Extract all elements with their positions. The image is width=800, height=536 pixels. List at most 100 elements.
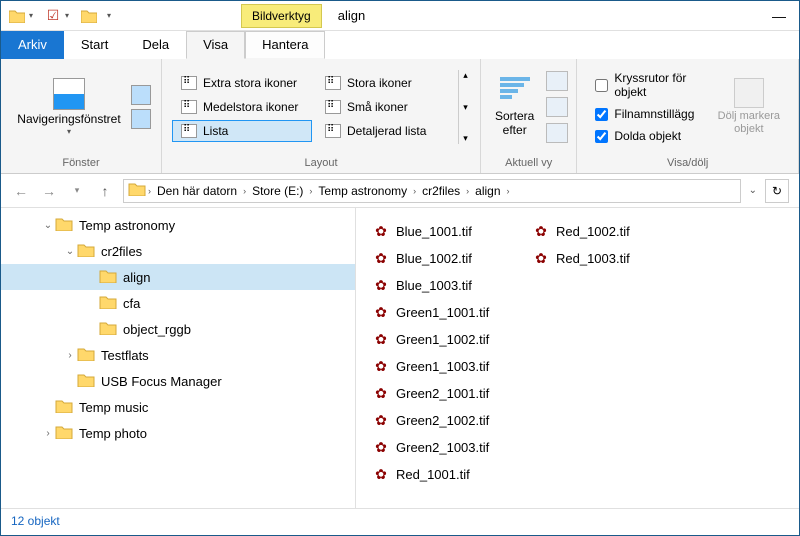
layout-label: Detaljerad lista (347, 124, 426, 138)
folder-name: cfa (123, 296, 140, 311)
chevron-right-icon[interactable]: › (148, 186, 151, 196)
check-label: Filnamnstillägg (614, 107, 694, 121)
file-item[interactable]: ✿Blue_1001.tif (372, 218, 532, 245)
folder-name: Temp astronomy (79, 218, 175, 233)
layout-icon (181, 124, 197, 138)
chevron-right-icon[interactable]: › (466, 186, 469, 196)
layout-option[interactable]: Medelstora ikoner (172, 96, 312, 118)
refresh-button[interactable]: ↻ (765, 179, 789, 203)
layout-icon (325, 76, 341, 90)
folder-icon[interactable] (79, 6, 99, 26)
tab-visa[interactable]: Visa (186, 31, 245, 59)
layout-option[interactable]: Detaljerad lista (316, 120, 456, 142)
navigation-pane-button[interactable]: Navigeringsfönstret ▾ (9, 74, 129, 139)
file-name: Green2_1003.tif (396, 440, 489, 455)
forward-button[interactable]: → (39, 181, 59, 201)
file-item[interactable]: ✿Green1_1001.tif (372, 299, 532, 326)
tree-item[interactable]: USB Focus Manager (1, 368, 355, 394)
check-file-extensions[interactable]: Filnamnstillägg (595, 107, 697, 121)
chevron-down-icon[interactable]: ⌄ (749, 185, 757, 196)
tree-item[interactable]: › Testflats (1, 342, 355, 368)
title-bar: ▾ ☑ ▾ ▾ Bildverktyg align — (1, 1, 799, 31)
file-item[interactable]: ✿Green2_1003.tif (372, 434, 532, 461)
back-button[interactable]: ← (11, 181, 31, 201)
history-dropdown[interactable]: ▾ (67, 181, 87, 201)
file-name: Red_1003.tif (556, 251, 630, 266)
layout-option[interactable]: Extra stora ikoner (172, 72, 312, 94)
tree-item[interactable]: ⌄cr2files (1, 238, 355, 264)
preview-pane-icon[interactable] (131, 85, 151, 105)
file-item[interactable]: ✿Red_1001.tif (372, 461, 532, 488)
tree-toggle-icon[interactable]: › (41, 428, 55, 439)
tab-dela[interactable]: Dela (125, 31, 186, 59)
tree-item[interactable]: cfa (1, 290, 355, 316)
layout-option[interactable]: Stora ikoner (316, 72, 456, 94)
chevron-down-icon[interactable]: ▾ (107, 11, 111, 20)
add-columns-icon[interactable] (546, 97, 568, 117)
file-item[interactable]: ✿Blue_1002.tif (372, 245, 532, 272)
layout-label: Små ikoner (347, 100, 408, 114)
chevron-right-icon[interactable]: › (413, 186, 416, 196)
group-by-icon[interactable] (546, 71, 568, 91)
file-list[interactable]: ✿Blue_1001.tif✿Blue_1002.tif✿Blue_1003.t… (356, 208, 799, 508)
chevron-down-icon: ▾ (67, 127, 71, 136)
breadcrumb[interactable]: › Den här datorn›Store (E:)›Temp astrono… (123, 179, 741, 203)
tree-item[interactable]: ⌄ Temp astronomy (1, 212, 355, 238)
size-columns-icon[interactable] (546, 123, 568, 143)
breadcrumb-segment[interactable]: align (471, 184, 504, 198)
tree-item[interactable]: object_rggb (1, 316, 355, 342)
check-hidden-items[interactable]: Dolda objekt (595, 129, 697, 143)
file-item[interactable]: ✿Green2_1002.tif (372, 407, 532, 434)
tab-hantera[interactable]: Hantera (245, 31, 325, 59)
tab-start[interactable]: Start (64, 31, 125, 59)
file-item[interactable]: ✿Green2_1001.tif (372, 380, 532, 407)
folder-tree[interactable]: ⌄ Temp astronomy ⌄cr2filesalign cfa object_r… (1, 208, 356, 508)
gallery-scrollbar[interactable]: ▴▾▾ (458, 70, 472, 144)
chevron-down-icon[interactable]: ▾ (65, 11, 69, 20)
navigation-pane-icon (53, 78, 85, 110)
window-controls: — (759, 1, 799, 31)
image-file-icon: ✿ (372, 358, 390, 375)
chevron-right-icon[interactable]: › (309, 186, 312, 196)
breadcrumb-segment[interactable]: Den här datorn (153, 184, 241, 198)
folder-icon (99, 269, 117, 286)
minimize-button[interactable]: — (759, 1, 799, 31)
layout-label: Stora ikoner (347, 76, 412, 90)
layout-option[interactable]: Lista (172, 120, 312, 142)
tree-item[interactable]: Temp music (1, 394, 355, 420)
up-button[interactable]: ↑ (95, 181, 115, 201)
check-item-boxes[interactable]: Kryssrutor för objekt (595, 71, 697, 99)
file-item[interactable]: ✿Red_1003.tif (532, 245, 692, 272)
file-item[interactable]: ✿Green1_1002.tif (372, 326, 532, 353)
file-item[interactable]: ✿Red_1002.tif (532, 218, 692, 245)
tree-item[interactable]: align (1, 264, 355, 290)
image-file-icon: ✿ (372, 277, 390, 294)
hide-selected-button[interactable]: Dölj markera objekt (708, 74, 790, 140)
tree-toggle-icon[interactable]: ⌄ (63, 246, 77, 257)
ribbon-group-layout: Extra stora ikoner Stora ikoner Medelstora… (162, 59, 481, 173)
tree-item[interactable]: ›Temp photo (1, 420, 355, 446)
chevron-right-icon[interactable]: › (243, 186, 246, 196)
sort-by-button[interactable]: Sortera efter (489, 73, 540, 141)
tree-toggle-icon[interactable]: › (63, 350, 77, 361)
details-pane-icon[interactable] (131, 109, 151, 129)
layout-label: Medelstora ikoner (203, 100, 298, 114)
layout-icon (181, 100, 197, 114)
ribbon-context-tab[interactable]: Bildverktyg (241, 4, 322, 28)
chevron-right-icon[interactable]: › (507, 186, 510, 196)
tree-toggle-icon[interactable]: ⌄ (41, 220, 55, 231)
tab-arkiv[interactable]: Arkiv (1, 31, 64, 59)
ribbon-group-label: Fönster (1, 155, 161, 173)
image-file-icon: ✿ (532, 223, 550, 240)
breadcrumb-segment[interactable]: cr2files (418, 184, 464, 198)
properties-icon[interactable]: ☑ (43, 6, 63, 26)
folder-name: object_rggb (123, 322, 191, 337)
layout-option[interactable]: Små ikoner (316, 96, 456, 118)
folder-name: Testflats (101, 348, 149, 363)
breadcrumb-segment[interactable]: Temp astronomy (314, 184, 411, 198)
file-item[interactable]: ✿Green1_1003.tif (372, 353, 532, 380)
hide-label: Dölj markera objekt (718, 110, 780, 136)
chevron-down-icon[interactable]: ▾ (29, 11, 33, 20)
file-item[interactable]: ✿Blue_1003.tif (372, 272, 532, 299)
breadcrumb-segment[interactable]: Store (E:) (248, 184, 307, 198)
